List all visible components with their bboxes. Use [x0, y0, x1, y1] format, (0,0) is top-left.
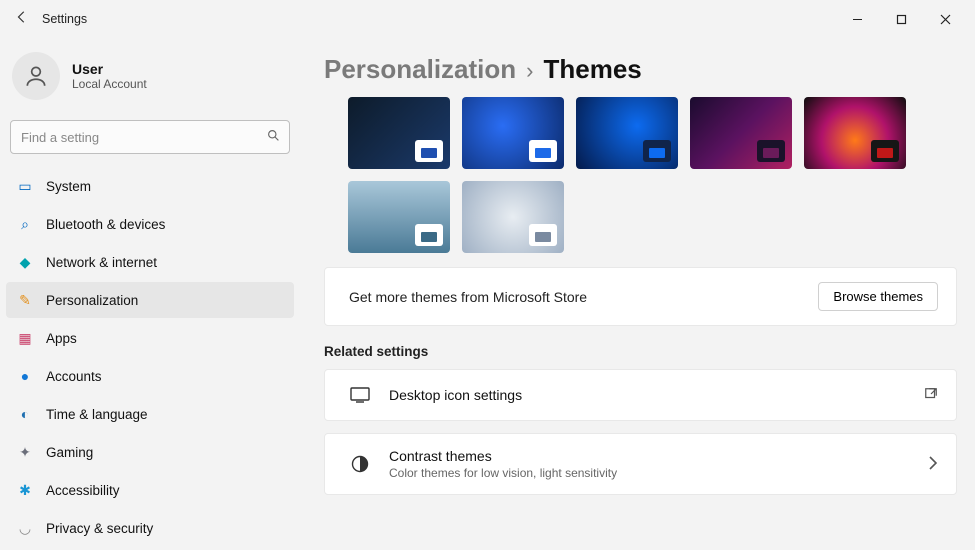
- nav-label: Apps: [46, 331, 77, 346]
- sidebar-item-bluetooth-devices[interactable]: ⌕ Bluetooth & devices: [6, 206, 294, 242]
- chevron-right-icon: [928, 456, 938, 473]
- setting-row[interactable]: Desktop icon settings: [324, 369, 957, 421]
- theme-swatch: [757, 140, 785, 162]
- search-wrap: [10, 120, 290, 154]
- search-input[interactable]: [10, 120, 290, 154]
- theme-swatch: [871, 140, 899, 162]
- nav-icon: ⌕: [16, 215, 34, 233]
- browse-themes-button[interactable]: Browse themes: [818, 282, 938, 311]
- sidebar-item-privacy-security[interactable]: ◡ Privacy & security: [6, 510, 294, 546]
- theme-tile[interactable]: [348, 97, 450, 169]
- theme-swatch: [643, 140, 671, 162]
- sidebar-item-system[interactable]: ▭ System: [6, 168, 294, 204]
- theme-tile[interactable]: [462, 181, 564, 253]
- theme-tile[interactable]: [690, 97, 792, 169]
- setting-text: Contrast themes Color themes for low visi…: [389, 448, 910, 480]
- chevron-right-icon: ›: [526, 58, 533, 84]
- back-button[interactable]: [8, 10, 36, 28]
- nav-icon: ●: [16, 367, 34, 385]
- theme-tile[interactable]: [576, 97, 678, 169]
- nav: ▭ System ⌕ Bluetooth & devices ◆ Network & in…: [6, 168, 294, 546]
- avatar: [12, 52, 60, 100]
- titlebar: Settings: [0, 0, 975, 38]
- nav-label: Gaming: [46, 445, 93, 460]
- setting-text: Desktop icon settings: [389, 387, 906, 403]
- theme-tile[interactable]: [348, 181, 450, 253]
- nav-icon: ✎: [16, 291, 34, 309]
- store-text: Get more themes from Microsoft Store: [349, 289, 587, 305]
- open-external-icon: [924, 387, 938, 404]
- nav-label: Time & language: [46, 407, 148, 422]
- related-heading: Related settings: [324, 344, 957, 359]
- nav-icon: ✱: [16, 481, 34, 499]
- user-name: User: [72, 61, 147, 77]
- nav-label: Bluetooth & devices: [46, 217, 165, 232]
- store-row: Get more themes from Microsoft Store Bro…: [324, 267, 957, 326]
- theme-swatch: [415, 140, 443, 162]
- search-icon: [267, 129, 280, 145]
- nav-label: Personalization: [46, 293, 138, 308]
- user-block[interactable]: User Local Account: [6, 46, 294, 114]
- themes-grid: [324, 95, 957, 267]
- maximize-button[interactable]: [879, 4, 923, 34]
- nav-icon: ▭: [16, 177, 34, 195]
- setting-title: Contrast themes: [389, 448, 910, 464]
- theme-swatch: [529, 224, 557, 246]
- sidebar-item-accounts[interactable]: ● Accounts: [6, 358, 294, 394]
- theme-swatch: [415, 224, 443, 246]
- setting-row[interactable]: Contrast themes Color themes for low visi…: [324, 433, 957, 495]
- user-subtitle: Local Account: [72, 77, 147, 91]
- sidebar-item-personalization[interactable]: ✎ Personalization: [6, 282, 294, 318]
- setting-icon: [349, 384, 371, 406]
- app-title: Settings: [42, 12, 87, 26]
- breadcrumb: Personalization › Themes: [324, 54, 957, 85]
- nav-label: Network & internet: [46, 255, 157, 270]
- nav-label: Privacy & security: [46, 521, 153, 536]
- nav-label: Accounts: [46, 369, 102, 384]
- sidebar-item-apps[interactable]: ▦ Apps: [6, 320, 294, 356]
- nav-icon: ✦: [16, 443, 34, 461]
- sidebar: User Local Account ▭ System ⌕ Bluetooth & d…: [0, 38, 300, 550]
- related-list: Desktop icon settings Contrast themes Colo…: [324, 369, 957, 495]
- nav-label: Accessibility: [46, 483, 120, 498]
- breadcrumb-current: Themes: [543, 54, 641, 85]
- nav-icon: ▦: [16, 329, 34, 347]
- close-button[interactable]: [923, 4, 967, 34]
- minimize-button[interactable]: [835, 4, 879, 34]
- sidebar-item-network-internet[interactable]: ◆ Network & internet: [6, 244, 294, 280]
- sidebar-item-gaming[interactable]: ✦ Gaming: [6, 434, 294, 470]
- theme-tile[interactable]: [804, 97, 906, 169]
- breadcrumb-parent[interactable]: Personalization: [324, 54, 516, 85]
- main: Personalization › Themes Get more themes…: [300, 38, 975, 550]
- sidebar-item-accessibility[interactable]: ✱ Accessibility: [6, 472, 294, 508]
- nav-label: System: [46, 179, 91, 194]
- setting-icon: [349, 453, 371, 475]
- setting-subtitle: Color themes for low vision, light sensi…: [389, 466, 910, 480]
- sidebar-item-time-language[interactable]: ◐ Time & language: [6, 396, 294, 432]
- theme-swatch: [529, 140, 557, 162]
- nav-icon: ◐: [16, 405, 34, 423]
- theme-tile[interactable]: [462, 97, 564, 169]
- nav-icon: ◆: [16, 253, 34, 271]
- nav-icon: ◡: [16, 519, 34, 537]
- setting-title: Desktop icon settings: [389, 387, 906, 403]
